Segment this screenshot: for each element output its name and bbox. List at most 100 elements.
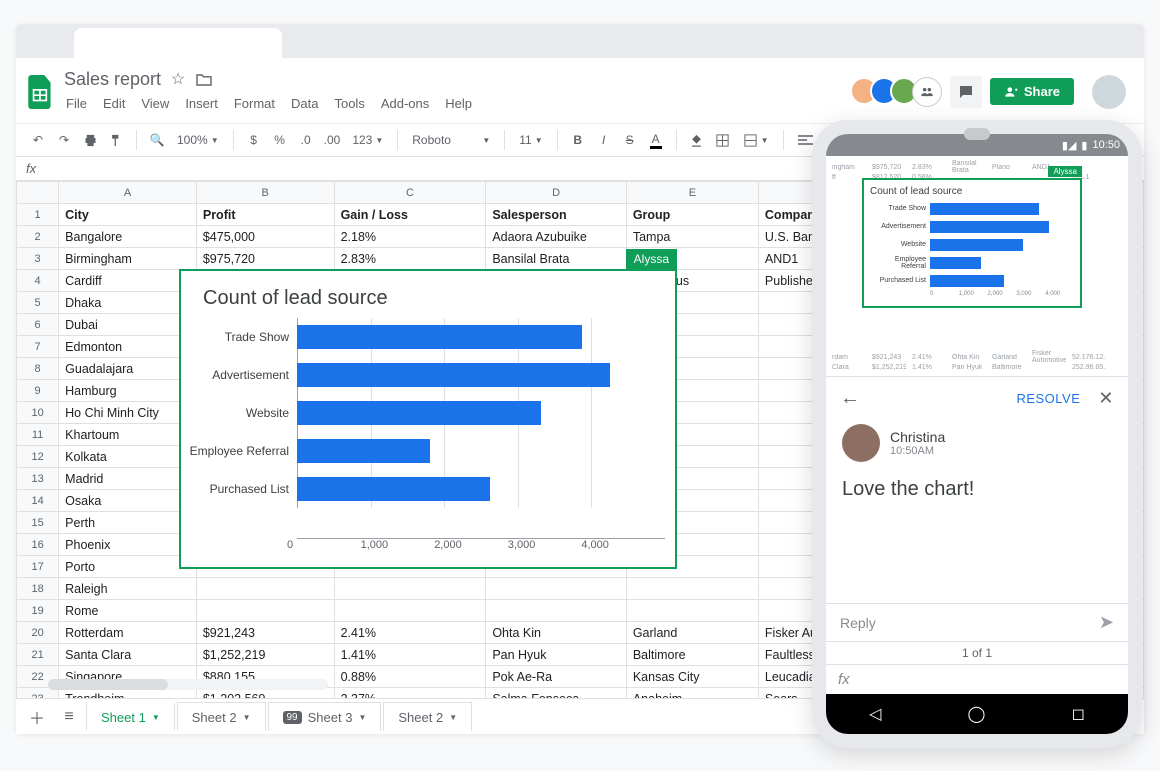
cell[interactable] [626,600,758,622]
row-header[interactable]: 10 [17,402,59,424]
cell[interactable] [626,578,758,600]
cell[interactable]: Dhaka [59,292,197,314]
cell[interactable]: Madrid [59,468,197,490]
cell[interactable]: Hamburg [59,380,197,402]
header-cell[interactable]: Profit [196,204,334,226]
cell[interactable]: $475,000 [196,226,334,248]
reply-input[interactable]: Reply [840,615,876,631]
font-dropdown[interactable]: Roboto▼ [406,133,496,147]
paint-format-icon[interactable] [104,127,128,153]
col-header[interactable]: D [486,182,627,204]
row-header[interactable]: 18 [17,578,59,600]
row-header[interactable]: 5 [17,292,59,314]
move-folder-icon[interactable] [195,70,213,88]
cell[interactable]: 1.41% [334,644,486,666]
row-header[interactable]: 9 [17,380,59,402]
menu-view[interactable]: View [135,92,175,115]
cell[interactable] [486,578,627,600]
menu-tools[interactable]: Tools [328,92,370,115]
menu-data[interactable]: Data [285,92,324,115]
account-avatar[interactable] [1092,75,1126,109]
sheet-tab[interactable]: Sheet 2▼ [383,702,472,731]
row-header[interactable]: 1 [17,204,59,226]
row-header[interactable]: 19 [17,600,59,622]
cell[interactable]: Rome [59,600,197,622]
collaborator-avatars[interactable] [858,77,942,107]
zoom-icon[interactable]: 🔍 [145,127,169,153]
row-header[interactable]: 14 [17,490,59,512]
cell[interactable]: Dubai [59,314,197,336]
comments-icon[interactable] [950,76,982,108]
cell[interactable]: 2.41% [334,622,486,644]
cell[interactable]: Porto [59,556,197,578]
row-header[interactable]: 8 [17,358,59,380]
cell[interactable]: $975,720 [196,248,334,270]
cell[interactable]: Garland [626,622,758,644]
row-header[interactable]: 12 [17,446,59,468]
cell[interactable]: Pok Ae-Ra [486,666,627,688]
cell[interactable]: Adaora Azubuike [486,226,627,248]
cell[interactable]: Rotterdam [59,622,197,644]
phone-formula-bar[interactable]: fx [826,664,1128,694]
doc-title[interactable]: Sales report [58,69,161,90]
text-color-button[interactable]: A [644,127,668,153]
italic-button[interactable]: I [592,127,616,153]
anon-collaborator-icon[interactable] [912,77,942,107]
cell[interactable]: Ohta Kin [486,622,627,644]
cell[interactable]: Phoenix [59,534,197,556]
phone-sheet-preview[interactable]: ingham$975,7202.83%Bansilal BrataPlanoAN… [826,156,1128,376]
cell[interactable]: Santa Clara [59,644,197,666]
cell[interactable]: Birmingham [59,248,197,270]
cell[interactable]: Cardiff [59,270,197,292]
add-sheet-button[interactable]: ＋ [22,702,52,732]
row-header[interactable]: 11 [17,424,59,446]
col-header[interactable]: E [626,182,758,204]
menu-edit[interactable]: Edit [97,92,131,115]
percent-format-button[interactable]: % [268,127,292,153]
back-icon[interactable]: ← [840,387,860,410]
header-cell[interactable]: Salesperson [486,204,627,226]
menu-help[interactable]: Help [439,92,478,115]
send-icon[interactable]: ➤ [1099,612,1114,633]
cell[interactable]: $921,243 [196,622,334,644]
select-all-cell[interactable] [17,182,59,204]
cell[interactable]: 0.88% [334,666,486,688]
row-header[interactable]: 20 [17,622,59,644]
sheets-logo[interactable] [24,69,58,115]
cell[interactable]: Edmonton [59,336,197,358]
cell[interactable]: Raleigh [59,578,197,600]
cell[interactable]: Kansas City [626,666,758,688]
col-header[interactable]: B [196,182,334,204]
zoom-dropdown[interactable]: 100%▼ [171,133,225,147]
col-header[interactable]: A [59,182,197,204]
header-cell[interactable]: City [59,204,197,226]
cell[interactable]: Osaka [59,490,197,512]
horizontal-scrollbar[interactable] [48,679,328,690]
cell[interactable]: Bansilal Brata [486,248,627,270]
number-format-dropdown[interactable]: 123▼ [346,133,389,147]
phone-chart-object[interactable]: Alyssa Count of lead source Trade ShowAd… [862,178,1082,308]
cell[interactable] [486,600,627,622]
cell[interactable]: Perth [59,512,197,534]
menu-add-ons[interactable]: Add-ons [375,92,435,115]
increase-decimal-button[interactable]: .00 [320,127,345,153]
cell[interactable]: Kolkata [59,446,197,468]
borders-icon[interactable] [711,127,735,153]
redo-icon[interactable]: ↷ [52,127,76,153]
menu-insert[interactable]: Insert [179,92,224,115]
header-cell[interactable]: Gain / Loss [334,204,486,226]
row-header[interactable]: 2 [17,226,59,248]
row-header[interactable]: 7 [17,336,59,358]
bold-button[interactable]: B [566,127,590,153]
share-button[interactable]: Share [990,78,1074,105]
browser-tab-active[interactable] [74,28,282,58]
cell[interactable]: Baltimore [626,644,758,666]
row-header[interactable]: 16 [17,534,59,556]
resolve-button[interactable]: RESOLVE [1016,391,1080,406]
all-sheets-button[interactable]: ≡ [54,702,84,732]
sheet-tab[interactable]: Sheet 1▼ [86,702,175,731]
cell[interactable]: Tampa [626,226,758,248]
cell[interactable] [334,578,486,600]
row-header[interactable]: 17 [17,556,59,578]
cell[interactable] [196,578,334,600]
